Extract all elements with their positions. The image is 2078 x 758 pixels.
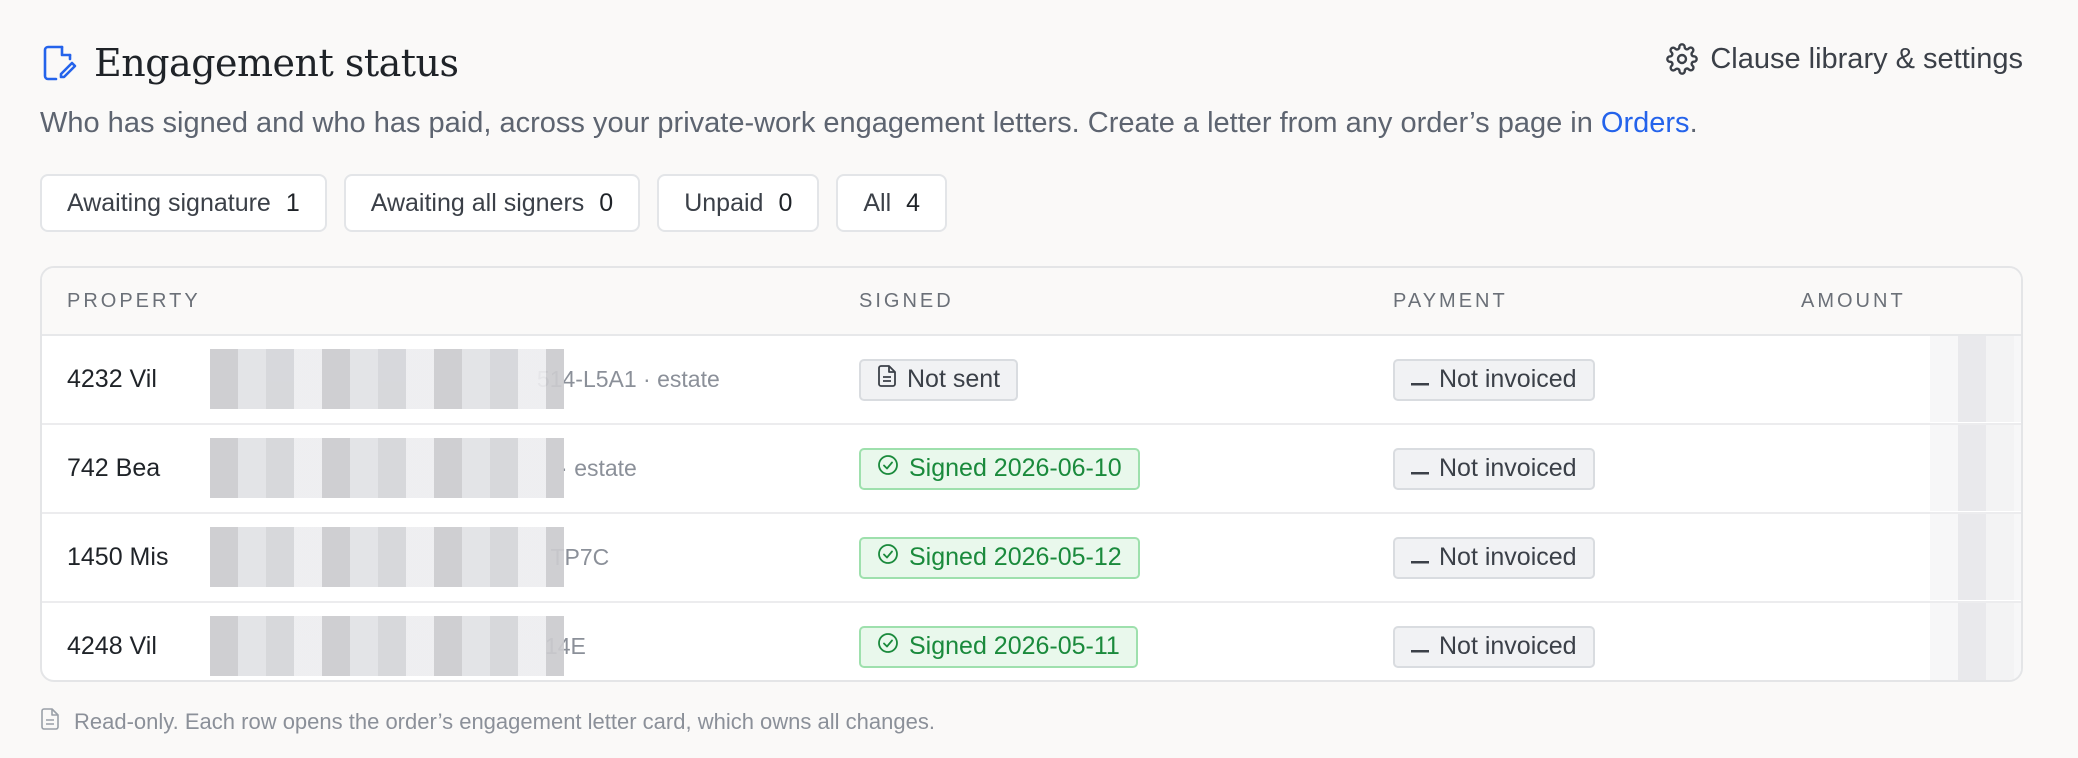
document-icon xyxy=(40,708,60,736)
check-circle-icon xyxy=(877,543,899,572)
property-address: 4232 Vil xyxy=(67,365,157,393)
redacted-block xyxy=(210,438,564,498)
subtitle-text: Who has signed and who has paid, across … xyxy=(40,107,1601,139)
filter-count: 0 xyxy=(599,188,614,217)
table-row[interactable]: 742 Bea · estate Signed 2026-06-10 Not i… xyxy=(42,425,2021,514)
table-row[interactable]: 1450 Mis TP7C Signed 2026-05-12 Not invo… xyxy=(42,514,2021,603)
redacted-amount xyxy=(1930,425,2021,511)
filter-label: Awaiting all signers xyxy=(370,188,585,217)
column-header-payment: PAYMENT xyxy=(1393,290,1508,312)
filter-label: Unpaid xyxy=(684,188,764,217)
check-circle-icon xyxy=(877,632,899,661)
payment-badge-label: Not invoiced xyxy=(1439,632,1577,660)
filter-unpaid[interactable]: Unpaid 0 xyxy=(657,174,820,232)
redacted-amount xyxy=(1930,514,2021,600)
page-title: Engagement status xyxy=(94,41,459,85)
signed-cell: Signed 2026-06-10 xyxy=(859,425,1140,512)
status-badge: Not sent xyxy=(859,358,1019,401)
filter-count: 0 xyxy=(778,188,793,217)
status-badge-label: Signed 2026-06-10 xyxy=(909,454,1122,482)
status-badge: Signed 2026-05-12 xyxy=(859,536,1140,579)
gear-icon xyxy=(1666,43,1699,75)
status-badge: Signed 2026-05-11 xyxy=(859,625,1138,668)
status-badge-label: Signed 2026-05-11 xyxy=(909,632,1120,660)
footer-text: Read-only. Each row opens the order’s en… xyxy=(74,709,935,734)
redacted-amount xyxy=(1930,603,2021,680)
check-circle-icon xyxy=(877,454,899,483)
signed-cell: Signed 2026-05-12 xyxy=(859,514,1140,601)
payment-cell: Not invoiced xyxy=(1393,425,1595,512)
filter-chips: Awaiting signature 1 Awaiting all signer… xyxy=(40,174,948,232)
table-row[interactable]: 4248 Vil 14E Signed 2026-05-11 Not invoi… xyxy=(42,603,2021,680)
status-badge-label: Signed 2026-05-12 xyxy=(909,543,1122,571)
table-row[interactable]: 4232 Vil 514-L5A1 · estate Not sent Not … xyxy=(42,336,2021,425)
column-header-property: PROPERTY xyxy=(67,290,201,312)
edit-document-icon xyxy=(40,44,78,82)
payment-badge: Not invoiced xyxy=(1393,625,1595,668)
signed-cell: Signed 2026-05-11 xyxy=(859,603,1138,680)
payment-badge-label: Not invoiced xyxy=(1439,365,1577,393)
payment-cell: Not invoiced xyxy=(1393,336,1595,423)
payment-badge-label: Not invoiced xyxy=(1439,543,1577,571)
dash-icon xyxy=(1411,454,1429,483)
column-header-signed: SIGNED xyxy=(859,290,954,312)
redacted-block xyxy=(210,616,564,676)
settings-link-label: Clause library & settings xyxy=(1710,42,2023,75)
footer-note: Read-only. Each row opens the order’s en… xyxy=(40,708,935,736)
engagement-table: PROPERTY SIGNED PAYMENT AMOUNT 4232 Vil … xyxy=(40,266,2023,682)
filter-label: Awaiting signature xyxy=(67,188,271,217)
status-badge-label: Not sent xyxy=(907,365,1001,393)
dash-icon xyxy=(1411,365,1429,394)
property-address: 742 Bea xyxy=(67,454,161,482)
property-meta: 514-L5A1 · estate xyxy=(536,366,720,392)
table-header: PROPERTY SIGNED PAYMENT AMOUNT xyxy=(42,268,2021,336)
header: Engagement status Clause library & setti… xyxy=(40,38,2023,88)
filter-all[interactable]: All 4 xyxy=(836,174,948,232)
signed-cell: Not sent xyxy=(859,336,1019,423)
column-header-amount: AMOUNT xyxy=(1801,290,1906,312)
clause-library-settings-link[interactable]: Clause library & settings xyxy=(1666,38,2023,80)
redacted-block xyxy=(210,527,564,587)
filter-count: 1 xyxy=(285,188,300,217)
status-badge: Signed 2026-06-10 xyxy=(859,447,1140,490)
property-address: 4248 Vil xyxy=(67,632,157,660)
orders-link[interactable]: Orders xyxy=(1601,107,1690,139)
page-subtitle: Who has signed and who has paid, across … xyxy=(40,103,1698,143)
redacted-block xyxy=(210,349,564,409)
redacted-amount xyxy=(1930,336,2021,422)
payment-cell: Not invoiced xyxy=(1393,514,1595,601)
subtitle-period: . xyxy=(1689,107,1698,139)
filter-awaiting-signature[interactable]: Awaiting signature 1 xyxy=(40,174,327,232)
property-address: 1450 Mis xyxy=(67,543,169,571)
document-icon xyxy=(877,365,897,394)
payment-badge-label: Not invoiced xyxy=(1439,454,1577,482)
payment-badge: Not invoiced xyxy=(1393,447,1595,490)
filter-label: All xyxy=(863,188,892,217)
payment-badge: Not invoiced xyxy=(1393,536,1595,579)
filter-awaiting-all-signers[interactable]: Awaiting all signers 0 xyxy=(343,174,641,232)
filter-count: 4 xyxy=(906,188,921,217)
payment-cell: Not invoiced xyxy=(1393,603,1595,680)
dash-icon xyxy=(1411,543,1429,572)
property-meta: · estate xyxy=(560,455,637,481)
title-group: Engagement status xyxy=(40,38,459,88)
payment-badge: Not invoiced xyxy=(1393,358,1595,401)
dash-icon xyxy=(1411,632,1429,661)
